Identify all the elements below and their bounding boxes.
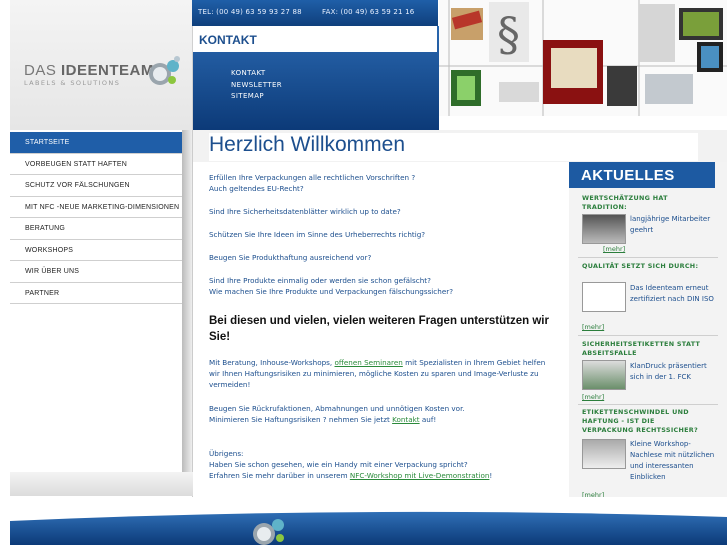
seminare-link[interactable]: offenen Seminaren xyxy=(335,358,403,367)
news-separator xyxy=(578,257,718,258)
phone-number: TEL: (00 49) 63 59 93 27 88 xyxy=(198,8,302,16)
intro-text-start: Mit Beratung, Inhouse-Workshops, xyxy=(209,358,335,367)
news-3-thumbnail[interactable] xyxy=(582,360,626,390)
footer-bubbles-icon xyxy=(253,519,284,545)
news-3-text: KlanDruck präsentiert sich in der 1. FCK xyxy=(630,362,707,381)
header-link-newsletter[interactable]: NEWSLETTER xyxy=(231,80,282,92)
question-1b: Auch geltendes EU-Recht? xyxy=(209,184,304,193)
intro-paragraph: Mit Beratung, Inhouse-Workshops, offenen… xyxy=(209,357,554,390)
sidebar-footer xyxy=(10,472,193,496)
question-1: Erfüllen Ihre Verpackungen alle rechtlic… xyxy=(209,173,416,182)
nfc-text-start: Erfahren Sie mehr darüber in unserem xyxy=(209,471,350,480)
logo-area: DAS IDEENTEAM LABELS & SOLUTIONS xyxy=(10,0,193,130)
news-4-title[interactable]: ETIKETTENSCHWINDEL UND HAFTUNG - IST DIE… xyxy=(582,408,702,435)
news-1-text: langjährige Mitarbeiter geehrt xyxy=(630,215,711,234)
page-title: Herzlich Willkommen xyxy=(209,133,698,161)
question-6: Wie machen Sie Ihre Produkte und Verpack… xyxy=(209,287,454,296)
logo[interactable]: DAS IDEENTEAM xyxy=(24,62,154,79)
sidebar: STARTSEITE VORBEUGEN STATT HAFTEN SCHUTZ… xyxy=(10,130,193,497)
logo-name-bold: IDEENTEAM xyxy=(61,62,154,79)
logo-bubbles-icon xyxy=(149,56,180,85)
nav-item-vorbeugen[interactable]: VORBEUGEN STATT HAFTEN xyxy=(10,154,192,175)
news-2-title[interactable]: QUALITÄT SETZT SICH DURCH: xyxy=(582,262,702,271)
question-4: Beugen Sie Produkthaftung ausreichend vo… xyxy=(209,253,372,262)
news-1-thumbnail[interactable] xyxy=(582,214,626,244)
kontakt-link[interactable]: Kontakt xyxy=(392,415,420,424)
footer-band xyxy=(10,511,727,545)
question-2: Sind Ihre Sicherheitsdatenblätter wirkli… xyxy=(209,207,401,216)
news-separator xyxy=(578,404,718,405)
support-heading: Bei diesen und vielen, vielen weiteren F… xyxy=(209,315,549,343)
nav-item-startseite[interactable]: STARTSEITE xyxy=(10,132,192,154)
header-link-kontakt[interactable]: KONTAKT xyxy=(231,68,282,80)
news-1-more-link[interactable]: [mehr] xyxy=(603,245,625,253)
nav-item-wir-ueber-uns[interactable]: WIR ÜBER UNS xyxy=(10,261,192,283)
nav-item-partner[interactable]: PARTNER xyxy=(10,283,192,304)
contact-text-start: Minimieren Sie Haftungsrisiken ? nehmen … xyxy=(209,415,393,424)
contact-bar: TEL: (00 49) 63 59 93 27 88 FAX: (00 49)… xyxy=(192,0,438,26)
question-5: Sind Ihre Produkte einmalig oder werden … xyxy=(209,276,431,285)
nfc-question: Haben Sie schon gesehen, wie ein Handy m… xyxy=(209,460,468,469)
collage-image: § xyxy=(439,0,727,116)
news-3-title[interactable]: SICHERHEITSETIKETTEN STATT ABSEITSFALLE xyxy=(582,340,702,358)
main-navigation: STARTSEITE VORBEUGEN STATT HAFTEN SCHUTZ… xyxy=(10,132,192,304)
logo-name-light: DAS xyxy=(24,62,62,79)
nfc-text-end: ! xyxy=(489,471,493,480)
contact-text-end: auf! xyxy=(419,415,437,424)
news-4-thumbnail[interactable] xyxy=(582,439,626,469)
logo-tagline: LABELS & SOLUTIONS xyxy=(24,79,121,87)
nfc-paragraph: Übrigens: Haben Sie schon gesehen, wie e… xyxy=(209,448,554,481)
news-2-thumbnail[interactable] xyxy=(582,282,626,312)
section-title: KONTAKT xyxy=(193,26,437,52)
news-2-text: Das Ideenteam erneut zertifiziert nach D… xyxy=(630,284,714,303)
contact-line: Minimieren Sie Haftungsrisiken ? nehmen … xyxy=(209,414,554,425)
nfc-workshop-line: Erfahren Sie mehr darüber in unserem NFC… xyxy=(209,470,554,481)
page: DAS IDEENTEAM LABELS & SOLUTIONS TEL: (0… xyxy=(0,0,727,545)
question-3: Schützen Sie Ihre Ideen im Sinne des Urh… xyxy=(209,230,426,239)
uebrigens-label: Übrigens: xyxy=(209,449,244,458)
header-photo-collage: § xyxy=(439,0,727,116)
news-3-more-link[interactable]: [mehr] xyxy=(582,393,604,401)
nav-item-beratung[interactable]: BERATUNG xyxy=(10,218,192,240)
nav-item-schutz[interactable]: SCHUTZ VOR FÄLSCHUNGEN xyxy=(10,175,192,197)
news-separator xyxy=(578,335,718,336)
nav-item-nfc[interactable]: MIT NFC -NEUE MARKETING-DIMENSIONEN xyxy=(10,197,192,218)
news-1-title[interactable]: WERTSCHÄTZUNG HAT TRADITION: xyxy=(582,194,702,212)
fax-number: FAX: (00 49) 63 59 21 16 xyxy=(322,8,415,16)
header-links: KONTAKT NEWSLETTER SITEMAP xyxy=(231,68,282,103)
news-4-text: Kleine Workshop-Nachlese mit nützlichen … xyxy=(630,440,715,481)
sidebar-shadow xyxy=(182,130,192,475)
header-link-sitemap[interactable]: SITEMAP xyxy=(231,91,282,103)
news-2-more-link[interactable]: [mehr] xyxy=(582,323,604,331)
nav-item-workshops[interactable]: WORKSHOPS xyxy=(10,240,192,261)
prevention-line: Beugen Sie Rückrufaktionen, Abmahnungen … xyxy=(209,404,465,413)
news-title: AKTUELLES xyxy=(569,162,715,188)
svg-text:§: § xyxy=(497,7,520,61)
nfc-workshop-link[interactable]: NFC-Workshop mit Live-Demonstration xyxy=(350,471,490,480)
prevention-paragraph: Beugen Sie Rückrufaktionen, Abmahnungen … xyxy=(209,403,554,425)
